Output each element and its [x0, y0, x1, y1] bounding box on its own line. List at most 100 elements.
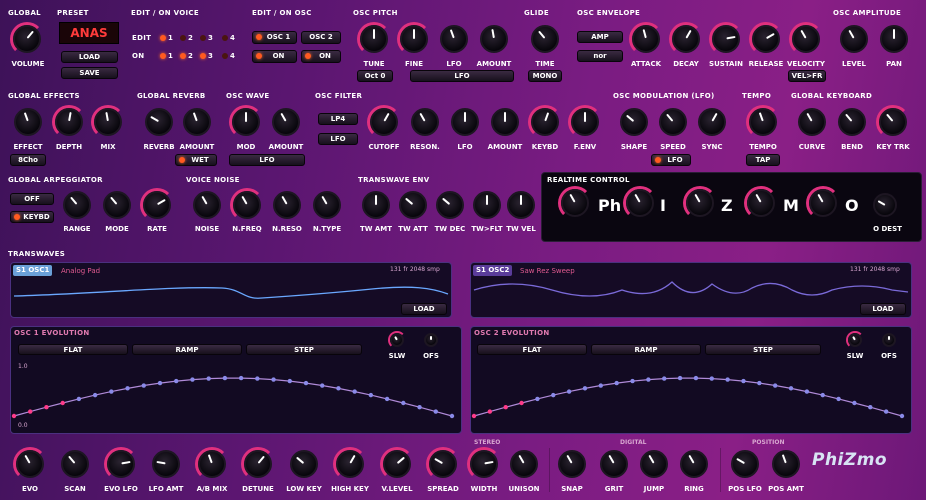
spread-knob[interactable]: [429, 450, 457, 478]
voice1-edit-led[interactable]: [160, 35, 166, 41]
voice4-edit-led[interactable]: [222, 35, 228, 41]
lfo-speed-knob[interactable]: [659, 108, 687, 136]
reverb-knob[interactable]: [145, 108, 173, 136]
pitch-lfo-knob[interactable]: [440, 25, 468, 53]
grit-knob[interactable]: [600, 450, 628, 478]
realtime-knob-m[interactable]: [747, 189, 775, 217]
glide-time-knob[interactable]: [531, 25, 559, 53]
arp-rate-knob[interactable]: [143, 191, 171, 219]
highkey-knob[interactable]: [336, 450, 364, 478]
vel-fr-button[interactable]: VEL>FR: [788, 70, 826, 82]
voice1-on-led[interactable]: [160, 53, 166, 59]
osc2-evo-step-button[interactable]: STEP: [705, 344, 821, 355]
unison-knob[interactable]: [510, 450, 538, 478]
filter-lfo-button[interactable]: LFO: [318, 133, 358, 145]
osc2-ofs-knob[interactable]: [882, 333, 896, 347]
velocity-knob[interactable]: [792, 25, 820, 53]
realtime-knob-o[interactable]: [809, 189, 837, 217]
tw-vel-knob[interactable]: [507, 191, 535, 219]
effect-knob[interactable]: [14, 108, 42, 136]
key-track-knob[interactable]: [879, 108, 907, 136]
pitch-amount-knob[interactable]: [480, 25, 508, 53]
reverb-amount-knob[interactable]: [183, 108, 211, 136]
osc1-evo-step-button[interactable]: STEP: [246, 344, 362, 355]
tune-knob[interactable]: [360, 25, 388, 53]
voice2-on[interactable]: 2: [188, 52, 193, 60]
width-knob[interactable]: [470, 450, 498, 478]
arp-mode-knob[interactable]: [103, 191, 131, 219]
voice1-on[interactable]: 1: [168, 52, 173, 60]
filter-lfo-knob[interactable]: [451, 108, 479, 136]
posamt-knob[interactable]: [772, 450, 800, 478]
preset-display[interactable]: ANAS: [59, 22, 119, 44]
snap-knob[interactable]: [558, 450, 586, 478]
osc2-evo-flat-button[interactable]: FLAT: [477, 344, 587, 355]
osc1-evo-ramp-button[interactable]: RAMP: [132, 344, 242, 355]
resonance-knob[interactable]: [411, 108, 439, 136]
voice4-on[interactable]: 4: [230, 52, 235, 60]
bend-knob[interactable]: [838, 108, 866, 136]
effect-type-button[interactable]: 8Cho: [10, 154, 46, 166]
jump-knob[interactable]: [640, 450, 668, 478]
tw-flt-knob[interactable]: [473, 191, 501, 219]
noise-knob[interactable]: [193, 191, 221, 219]
voice4-edit[interactable]: 4: [230, 34, 235, 42]
curve-knob[interactable]: [798, 108, 826, 136]
preset-load-button[interactable]: LOAD: [61, 51, 118, 63]
level-knob[interactable]: [840, 25, 868, 53]
depth-knob[interactable]: [55, 108, 83, 136]
preset-save-button[interactable]: SAVE: [61, 67, 118, 79]
filter-env-knob[interactable]: [571, 108, 599, 136]
wave-amount-knob[interactable]: [272, 108, 300, 136]
mix-knob[interactable]: [94, 108, 122, 136]
osc2-edit-button[interactable]: OSC 2: [301, 31, 341, 44]
release-knob[interactable]: [752, 25, 780, 53]
cutoff-knob[interactable]: [370, 108, 398, 136]
poslfo-knob[interactable]: [731, 450, 759, 478]
arp-range-knob[interactable]: [63, 191, 91, 219]
lfo-shape-knob[interactable]: [620, 108, 648, 136]
filter-keybd-knob[interactable]: [531, 108, 559, 136]
realtime-knob-ph[interactable]: [561, 189, 589, 217]
osc2-evo-ramp-button[interactable]: RAMP: [591, 344, 701, 355]
tw-att-knob[interactable]: [399, 191, 427, 219]
tempo-knob[interactable]: [749, 108, 777, 136]
detune-knob[interactable]: [244, 450, 272, 478]
tw-dec-knob[interactable]: [436, 191, 464, 219]
osc1-evo-flat-button[interactable]: FLAT: [18, 344, 128, 355]
osc1-wave-load-button[interactable]: LOAD: [401, 303, 447, 315]
noise-reso-knob[interactable]: [273, 191, 301, 219]
sustain-knob[interactable]: [712, 25, 740, 53]
pan-knob[interactable]: [880, 25, 908, 53]
arp-off-button[interactable]: OFF: [10, 193, 54, 205]
mono-button[interactable]: MONO: [528, 70, 562, 82]
voice3-on-led[interactable]: [200, 53, 206, 59]
filter-lp4-button[interactable]: LP4: [318, 113, 358, 125]
realtime-knob-z[interactable]: [686, 189, 714, 217]
voice3-edit-led[interactable]: [200, 35, 206, 41]
voice4-on-led[interactable]: [222, 53, 228, 59]
filter-amount-knob[interactable]: [491, 108, 519, 136]
lfo-sync-knob[interactable]: [698, 108, 726, 136]
vlevel-knob[interactable]: [383, 450, 411, 478]
attack-knob[interactable]: [632, 25, 660, 53]
wave-lfo-button[interactable]: LFO: [229, 154, 305, 166]
noise-freq-knob[interactable]: [233, 191, 261, 219]
osc1-ofs-knob[interactable]: [424, 333, 438, 347]
osc2-slw-knob[interactable]: [848, 333, 862, 347]
volume-knob[interactable]: [13, 25, 41, 53]
voice2-edit[interactable]: 2: [188, 34, 193, 42]
noise-type-knob[interactable]: [313, 191, 341, 219]
lfoamt-knob[interactable]: [152, 450, 180, 478]
env-amp-button[interactable]: AMP: [577, 31, 623, 43]
osc1-slw-knob[interactable]: [390, 333, 404, 347]
osc2-wave-load-button[interactable]: LOAD: [860, 303, 906, 315]
voice2-edit-led[interactable]: [180, 35, 186, 41]
abmix-knob[interactable]: [198, 450, 226, 478]
tw-amt-knob[interactable]: [362, 191, 390, 219]
voice1-edit[interactable]: 1: [168, 34, 173, 42]
evo-knob[interactable]: [16, 450, 44, 478]
decay-knob[interactable]: [672, 25, 700, 53]
realtime-knob-i[interactable]: [626, 189, 654, 217]
octave-button[interactable]: Oct 0: [357, 70, 393, 82]
